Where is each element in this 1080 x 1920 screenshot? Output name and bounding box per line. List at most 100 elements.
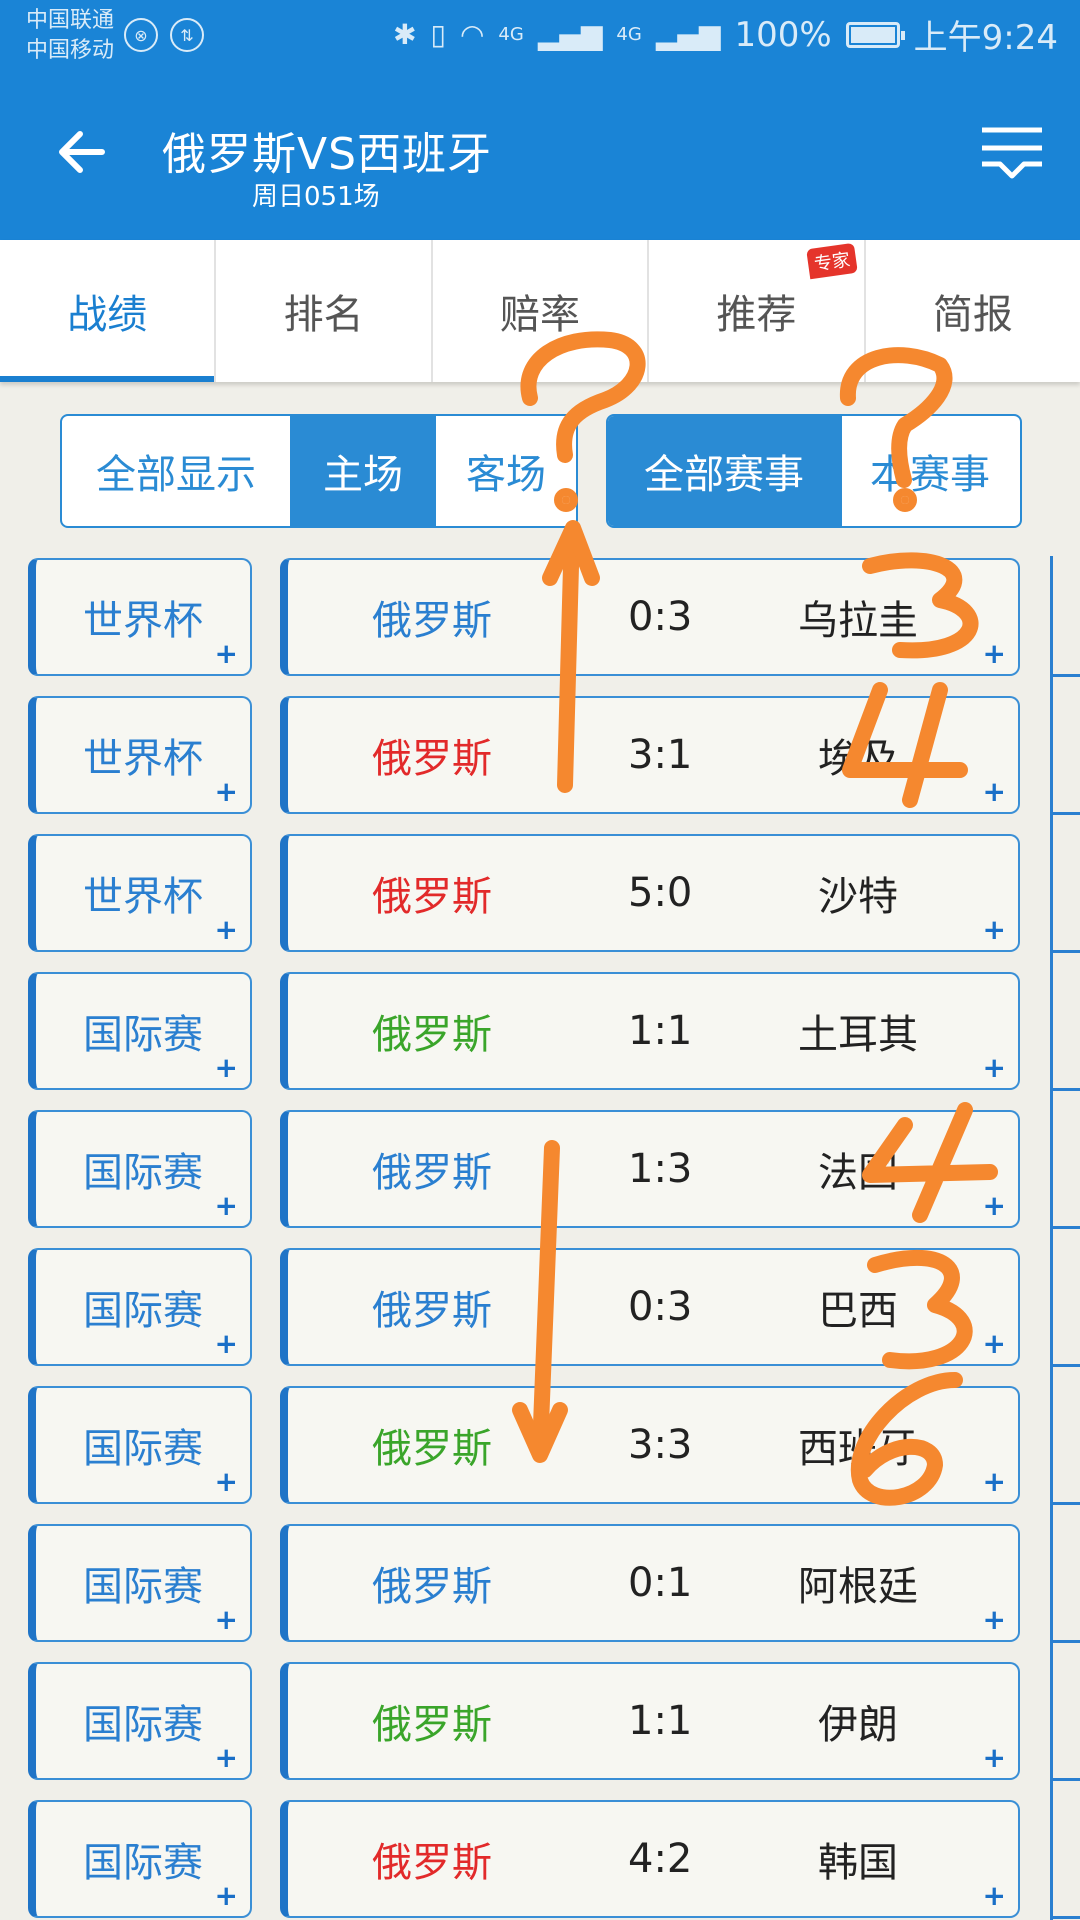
match-card[interactable]: 俄罗斯 5:0 沙特 +: [280, 834, 1020, 952]
expand-plus-icon[interactable]: +: [983, 916, 1006, 944]
data-saver-icon: ⇅: [170, 18, 204, 52]
expand-plus-icon[interactable]: +: [215, 1192, 238, 1220]
league-card[interactable]: 国际赛 +: [28, 1386, 252, 1504]
app-bar: 俄罗斯VS西班牙 周日051场: [0, 72, 1080, 240]
filter-all[interactable]: 全部显示: [62, 416, 292, 526]
back-arrow-icon[interactable]: [52, 122, 112, 182]
expand-plus-icon[interactable]: +: [983, 1606, 1006, 1634]
away-team: 埃及: [818, 736, 898, 782]
competition-filter: 全部赛事 本赛事: [606, 414, 1022, 528]
home-team: 俄罗斯: [372, 1288, 492, 1334]
tab-record[interactable]: 战绩: [0, 240, 217, 382]
tab-odds[interactable]: 赔率: [433, 240, 650, 382]
app-notification-icon: ⊗: [124, 18, 158, 52]
clock: 上午9:24: [913, 18, 1058, 58]
expand-plus-icon[interactable]: +: [983, 640, 1006, 668]
filter-away[interactable]: 客场: [436, 416, 576, 526]
vibrate-icon: ▯: [430, 18, 446, 51]
expand-plus-icon[interactable]: +: [983, 1882, 1006, 1910]
filter-this-competition[interactable]: 本赛事: [842, 416, 1018, 526]
filter-menu-icon[interactable]: [978, 124, 1046, 180]
league-card[interactable]: 国际赛 +: [28, 1248, 252, 1366]
expand-plus-icon[interactable]: +: [215, 1054, 238, 1082]
expand-plus-icon[interactable]: +: [215, 916, 238, 944]
home-team: 俄罗斯: [372, 1702, 492, 1748]
tab-record-label: 战绩: [67, 292, 148, 338]
expand-plus-icon[interactable]: +: [215, 778, 238, 806]
expand-plus-icon[interactable]: +: [983, 778, 1006, 806]
filter-home[interactable]: 主场: [292, 416, 436, 526]
match-card[interactable]: 俄罗斯 0:3 巴西 +: [280, 1248, 1020, 1366]
match-score: 3:1: [628, 732, 693, 778]
match-card[interactable]: 俄罗斯 0:1 阿根廷 +: [280, 1524, 1020, 1642]
league-card[interactable]: 世界杯 +: [28, 834, 252, 952]
match-card[interactable]: 俄罗斯 1:1 伊朗 +: [280, 1662, 1020, 1780]
expand-plus-icon[interactable]: +: [215, 1468, 238, 1496]
filter-all-competitions[interactable]: 全部赛事: [608, 416, 842, 526]
match-card[interactable]: 俄罗斯 4:2 韩国 +: [280, 1800, 1020, 1918]
league-card[interactable]: 国际赛 +: [28, 1800, 252, 1918]
bluetooth-icon: ✱: [393, 18, 417, 51]
league-card[interactable]: 世界杯 +: [28, 558, 252, 676]
edge-tick: [1050, 950, 1080, 953]
expand-plus-icon[interactable]: +: [215, 640, 238, 668]
status-bar: 中国联通 中国移动 ⊗ ⇅ ✱ ▯ ◠ 4G ▂▄▆ 4G ▂▄▆ 100% 上…: [0, 0, 1080, 72]
battery-icon: [845, 21, 905, 48]
expand-plus-icon[interactable]: +: [215, 1744, 238, 1772]
expand-plus-icon[interactable]: +: [983, 1744, 1006, 1772]
tab-recommend[interactable]: 推荐 专家: [649, 240, 866, 382]
expand-plus-icon[interactable]: +: [215, 1606, 238, 1634]
carrier-info: 中国联通 中国移动: [26, 6, 114, 66]
match-score: 0:1: [628, 1560, 693, 1606]
home-team: 俄罗斯: [372, 1012, 492, 1058]
league-card[interactable]: 国际赛 +: [28, 1662, 252, 1780]
match-row: 国际赛 + 俄罗斯 1:1 土耳其 +: [0, 966, 1080, 1104]
page-title: 俄罗斯VS西班牙: [162, 129, 493, 180]
edge-tick: [1050, 1226, 1080, 1229]
expand-plus-icon[interactable]: +: [215, 1882, 238, 1910]
away-team: 土耳其: [798, 1012, 918, 1058]
match-card[interactable]: 俄罗斯 1:3 法国 +: [280, 1110, 1020, 1228]
match-score: 0:3: [628, 594, 693, 640]
venue-filter: 全部显示 主场 客场: [60, 414, 578, 528]
edge-tick: [1050, 1640, 1080, 1643]
match-card[interactable]: 俄罗斯 1:1 土耳其 +: [280, 972, 1020, 1090]
match-row: 国际赛 + 俄罗斯 4:2 韩国 +: [0, 1794, 1080, 1920]
away-team: 沙特: [818, 874, 898, 920]
edge-tick: [1050, 1364, 1080, 1367]
match-score: 0:3: [628, 1284, 693, 1330]
league-card[interactable]: 国际赛 +: [28, 1524, 252, 1642]
expand-plus-icon[interactable]: +: [983, 1192, 1006, 1220]
match-card[interactable]: 俄罗斯 0:3 乌拉圭 +: [280, 558, 1020, 676]
network-4g-label-1: 4G: [498, 24, 524, 45]
tab-ranking[interactable]: 排名: [216, 240, 433, 382]
league-card[interactable]: 国际赛 +: [28, 972, 252, 1090]
battery-percent: 100%: [734, 14, 832, 55]
match-card[interactable]: 俄罗斯 3:3 西班牙 +: [280, 1386, 1020, 1504]
match-row: 国际赛 + 俄罗斯 1:3 法国 +: [0, 1104, 1080, 1242]
league-card[interactable]: 世界杯 +: [28, 696, 252, 814]
match-row: 国际赛 + 俄罗斯 0:1 阿根廷 +: [0, 1518, 1080, 1656]
match-list: 世界杯 + 俄罗斯 0:3 乌拉圭 + 世界杯 + 俄罗斯 3:1 埃及 + 世界杯 + 俄罗斯 5:0 沙特 +…: [0, 556, 1080, 1920]
expand-plus-icon[interactable]: +: [983, 1330, 1006, 1358]
expand-plus-icon[interactable]: +: [215, 1330, 238, 1358]
expand-plus-icon[interactable]: +: [983, 1054, 1006, 1082]
match-row: 国际赛 + 俄罗斯 0:3 巴西 +: [0, 1242, 1080, 1380]
expand-plus-icon[interactable]: +: [983, 1468, 1006, 1496]
tab-recommend-label: 推荐: [716, 292, 797, 338]
edge-tick: [1050, 812, 1080, 815]
wifi-icon: ◠: [459, 18, 485, 51]
match-score: 5:0: [628, 870, 693, 916]
home-team: 俄罗斯: [372, 1840, 492, 1886]
tab-brief[interactable]: 简报: [866, 240, 1080, 382]
carrier-1: 中国联通: [26, 8, 115, 33]
league-card[interactable]: 国际赛 +: [28, 1110, 252, 1228]
tab-odds-label: 赔率: [500, 292, 581, 338]
tab-ranking-label: 排名: [283, 292, 364, 338]
away-team: 巴西: [818, 1288, 898, 1334]
edge-tick: [1050, 1916, 1080, 1919]
carrier-2: 中国移动: [26, 38, 115, 63]
match-row: 世界杯 + 俄罗斯 3:1 埃及 +: [0, 690, 1080, 828]
match-card[interactable]: 俄罗斯 3:1 埃及 +: [280, 696, 1020, 814]
match-row: 世界杯 + 俄罗斯 0:3 乌拉圭 +: [0, 556, 1080, 690]
